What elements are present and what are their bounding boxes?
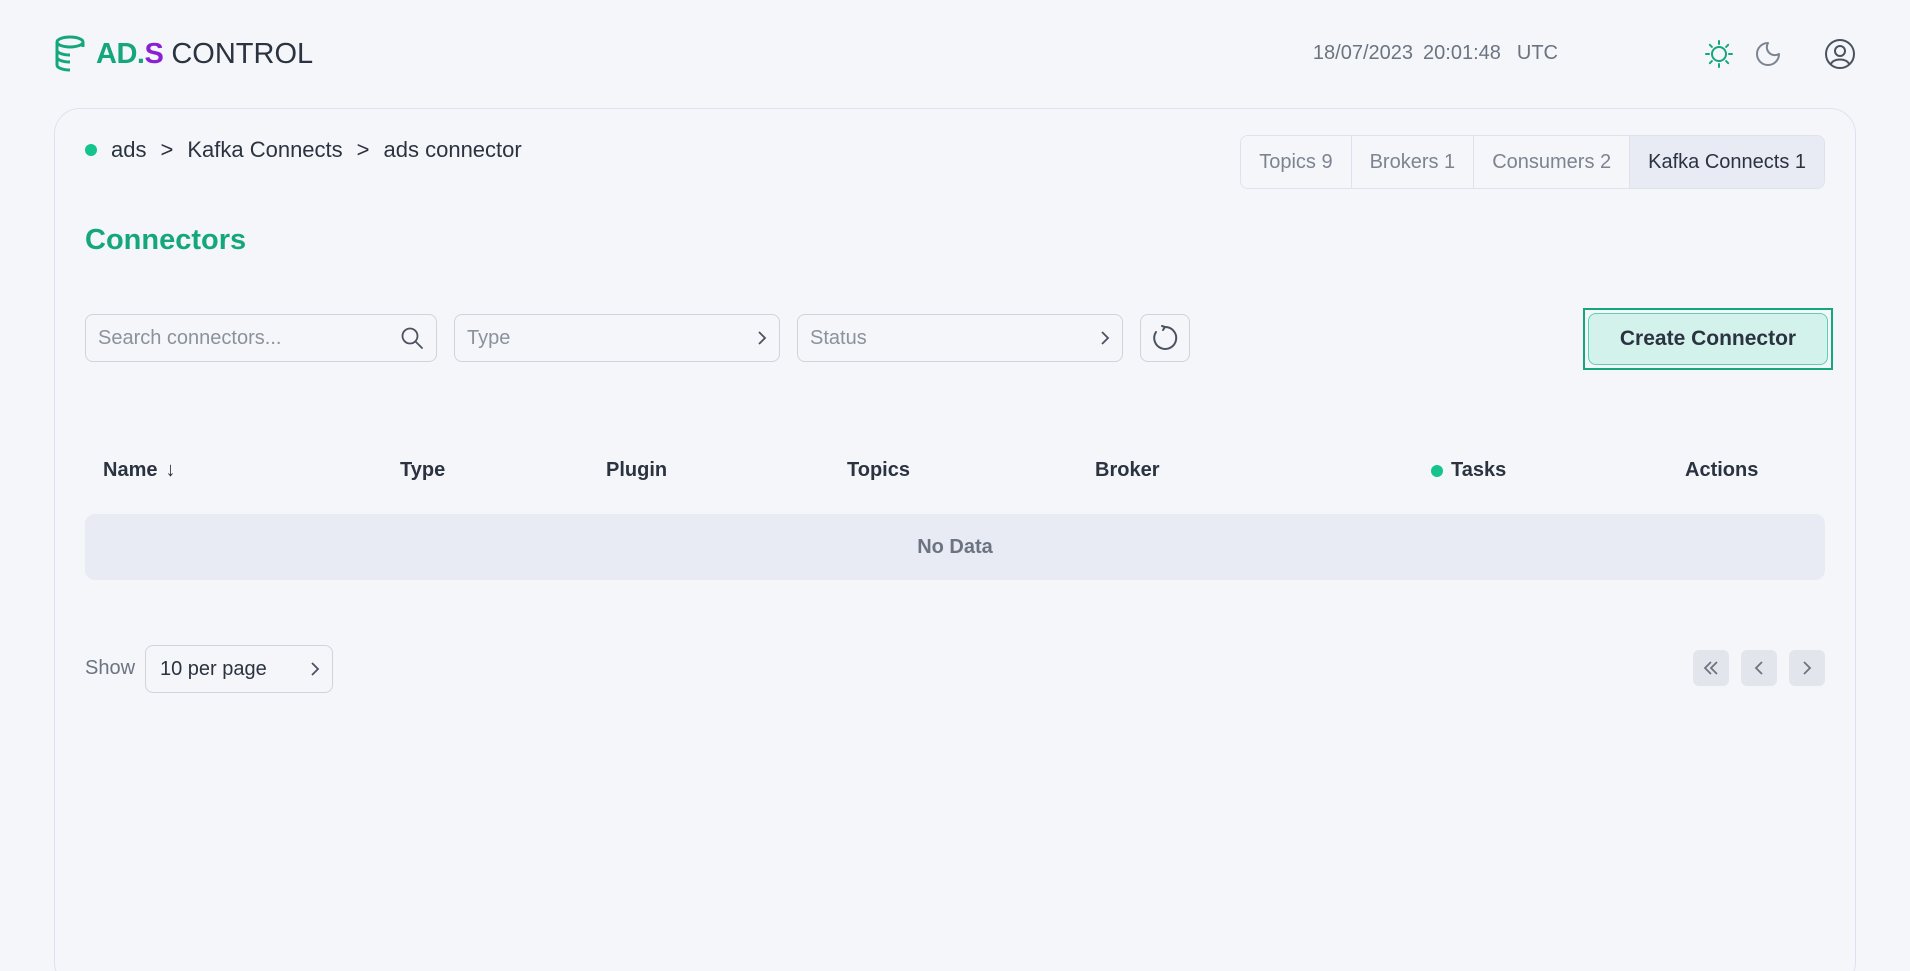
column-topics: Topics <box>847 459 910 481</box>
tab-consumers[interactable]: Consumers 2 <box>1474 136 1631 188</box>
breadcrumb-current: ads connector <box>383 137 522 162</box>
dark-theme-button[interactable] <box>1748 34 1788 74</box>
column-type: Type <box>400 459 446 481</box>
table-header: Name ↓ Type Plugin Topics Broker Tasks A… <box>85 449 1825 489</box>
tab-topics[interactable]: Topics 9 <box>1241 136 1352 188</box>
moon-icon <box>1756 42 1780 66</box>
create-connector-button[interactable]: Create Connector <box>1588 313 1828 365</box>
column-name[interactable]: Name ↓ <box>103 459 175 482</box>
cluster-status-dot <box>85 144 97 156</box>
clock: 18/07/2023 20:01:48 UTC <box>1313 40 1558 66</box>
sort-desc-icon: ↓ <box>165 459 176 481</box>
refresh-icon <box>1153 325 1178 350</box>
search-placeholder: Search connectors... <box>98 326 282 349</box>
clock-time: 20:01:48 <box>1423 42 1501 64</box>
breadcrumb: ads > Kafka Connects > ads connector <box>85 135 522 165</box>
breadcrumb-separator: > <box>160 137 174 162</box>
first-page-button[interactable] <box>1693 650 1729 686</box>
tasks-status-dot <box>1431 464 1443 477</box>
show-label: Show <box>85 657 136 679</box>
cluster-tabs: Topics 9 Brokers 1 Consumers 2 Kafka Con… <box>1240 135 1825 189</box>
chevron-left-icon <box>1754 661 1763 675</box>
tab-brokers[interactable]: Brokers 1 <box>1351 136 1475 188</box>
page-title: Connectors <box>85 224 247 256</box>
per-page-select[interactable]: 10 per page <box>145 645 333 693</box>
user-menu-button[interactable] <box>1820 34 1860 74</box>
logo-text: AD.S CONTROL <box>96 38 314 70</box>
main-panel: ads > Kafka Connects > ads connector Top… <box>54 108 1856 971</box>
chevron-right-icon <box>1803 661 1812 675</box>
previous-page-button[interactable] <box>1741 650 1777 686</box>
breadcrumb-cluster[interactable]: ads <box>111 135 146 165</box>
app-header: AD.S CONTROL 18/07/2023 20:01:48 UTC <box>0 0 1910 108</box>
light-theme-button[interactable] <box>1699 34 1739 74</box>
refresh-button[interactable] <box>1140 314 1190 362</box>
type-select[interactable]: Type <box>454 314 780 362</box>
sun-icon <box>1705 40 1733 68</box>
app-logo[interactable]: AD.S CONTROL <box>54 34 313 74</box>
clock-timezone: UTC <box>1516 42 1558 64</box>
chevrons-left-icon <box>1703 661 1718 675</box>
tab-kafka-connects[interactable]: Kafka Connects 1 <box>1630 136 1824 188</box>
logo-icon <box>55 35 85 72</box>
search-icon <box>401 327 423 349</box>
chevron-right-icon <box>1101 331 1110 345</box>
chevron-right-icon <box>311 662 320 676</box>
type-placeholder: Type <box>467 326 511 349</box>
create-connector-focus-ring: Create Connector <box>1583 308 1833 370</box>
next-page-button[interactable] <box>1789 650 1825 686</box>
status-placeholder: Status <box>810 326 867 349</box>
column-tasks: Tasks <box>1431 459 1506 482</box>
chevron-right-icon <box>758 331 767 345</box>
user-icon <box>1825 39 1855 69</box>
per-page-value: 10 per page <box>160 657 267 680</box>
column-plugin: Plugin <box>606 459 668 481</box>
column-broker: Broker <box>1095 459 1160 481</box>
breadcrumb-separator: > <box>356 137 370 162</box>
column-actions: Actions <box>1685 459 1759 481</box>
clock-date: 18/07/2023 <box>1312 42 1414 64</box>
breadcrumb-section[interactable]: Kafka Connects <box>187 135 342 165</box>
empty-state: No Data <box>85 514 1825 580</box>
status-select[interactable]: Status <box>797 314 1123 362</box>
search-input[interactable]: Search connectors... <box>85 314 437 362</box>
